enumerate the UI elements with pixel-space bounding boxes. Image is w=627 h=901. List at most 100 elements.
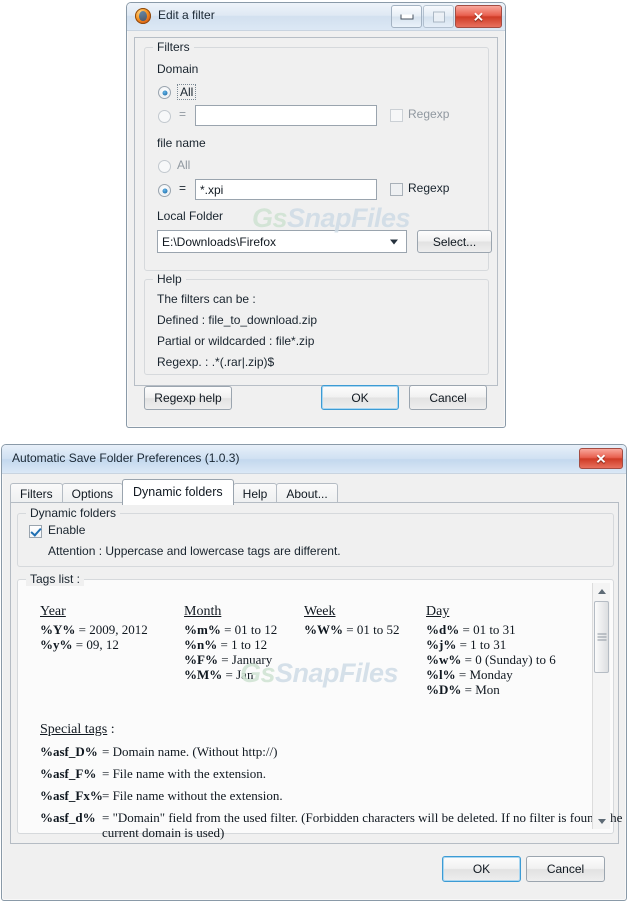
- edit-filter-ok-button[interactable]: OK: [321, 385, 399, 410]
- domain-regexp-checkbox[interactable]: [390, 109, 403, 122]
- tag-desc: = 01 to 31: [462, 622, 516, 637]
- local-folder-combo[interactable]: E:\Downloads\Firefox: [157, 230, 407, 253]
- tag-key: %F%: [184, 652, 218, 667]
- attention-text: Attention : Uppercase and lowercase tags…: [48, 544, 341, 558]
- edit-filter-titlebar[interactable]: Edit a filter ✕: [127, 3, 505, 31]
- scrollbar-thumb[interactable]: [594, 601, 609, 673]
- tag-key: %M%: [184, 667, 223, 682]
- scroll-up-button[interactable]: [593, 583, 610, 599]
- special-tags-heading: Special tags :: [40, 722, 115, 738]
- tab-dynamic-folders[interactable]: Dynamic folders: [122, 479, 234, 505]
- maximize-button[interactable]: [423, 5, 454, 28]
- tag-desc: = 0 (Sunday) to 6: [464, 652, 556, 667]
- preferences-cancel-button[interactable]: Cancel: [526, 856, 605, 882]
- tag-key: %n%: [184, 637, 218, 652]
- enable-label: Enable: [48, 523, 86, 537]
- file-name-all-radio[interactable]: [158, 160, 171, 173]
- preferences-close-button[interactable]: ✕: [579, 448, 623, 469]
- preferences-titlebar[interactable]: Automatic Save Folder Preferences (1.0.3…: [2, 445, 626, 474]
- enable-checkbox[interactable]: [29, 525, 42, 538]
- tag-desc: = 01 to 52: [346, 622, 400, 637]
- special-tag-continuation: current domain is used): [102, 825, 225, 840]
- close-icon: ✕: [595, 451, 607, 466]
- tag-row: %m% = 01 to 12: [184, 622, 277, 637]
- tag-row: %M% = Jan: [184, 667, 277, 682]
- tab-options-label: Options: [71, 487, 114, 501]
- minimize-icon: [400, 14, 413, 19]
- tags-list-scrollbar[interactable]: [592, 583, 610, 829]
- tab-about-label: About...: [286, 487, 328, 501]
- tag-column-week-heading: Week: [304, 604, 336, 619]
- local-folder-label: Local Folder: [157, 209, 224, 223]
- tag-column-year: Year %Y% = 2009, 2012 %y% = 09, 12: [40, 604, 148, 652]
- preferences-title: Automatic Save Folder Preferences (1.0.3…: [12, 451, 240, 465]
- maximize-icon: [432, 11, 445, 22]
- special-tag-desc: = Domain name. (Without http://): [102, 744, 278, 759]
- edit-filter-cancel-button[interactable]: Cancel: [409, 385, 487, 410]
- tag-key: %y%: [40, 637, 73, 652]
- tag-row: %j% = 1 to 31: [426, 637, 556, 652]
- file-name-all-label: All: [177, 158, 191, 172]
- special-tag-row: %asf_D% = Domain name. (Without http://): [40, 744, 277, 759]
- tag-desc: = Monday: [458, 667, 513, 682]
- tag-column-day-heading: Day: [426, 604, 450, 619]
- tag-row: %l% = Monday: [426, 667, 556, 682]
- tag-row: %D% = Mon: [426, 682, 556, 697]
- scroll-down-button[interactable]: [593, 813, 610, 829]
- dynamic-folders-group: Dynamic folders Enable Attention : Upper…: [17, 506, 614, 567]
- close-icon: ✕: [473, 9, 484, 24]
- tag-desc: = Jan: [225, 667, 254, 682]
- tag-key: %w%: [426, 652, 462, 667]
- scrollbar-grip-icon: [597, 633, 606, 641]
- domain-value-input[interactable]: [195, 105, 377, 126]
- tag-key: %j%: [426, 637, 457, 652]
- special-tag-key: %asf_D%: [40, 744, 98, 759]
- domain-regexp-label: Regexp: [408, 107, 450, 121]
- edit-filter-window-buttons: ✕: [390, 5, 502, 28]
- tag-column-week: Week %W% = 01 to 52: [304, 604, 399, 637]
- help-group-label: Help: [153, 272, 186, 286]
- tag-column-month-heading: Month: [184, 604, 222, 619]
- help-line-3: Regexp. : .*(.rar|.zip)$: [157, 355, 275, 369]
- preferences-ok-button[interactable]: OK: [442, 856, 521, 882]
- preferences-window-buttons: ✕: [578, 448, 623, 469]
- tag-column-day: Day %d% = 01 to 31 %j% = 1 to 31 %w% = 0…: [426, 604, 556, 697]
- tag-desc: = 1 to 12: [220, 637, 268, 652]
- domain-equals-radio[interactable]: [158, 110, 171, 123]
- minimize-button[interactable]: [391, 5, 422, 28]
- file-name-equals-radio[interactable]: [158, 184, 171, 197]
- special-tag-key: %asf_d%: [40, 810, 96, 825]
- special-tag-row: %asf_d% = "Domain" field from the used fi…: [40, 810, 622, 825]
- local-folder-value: E:\Downloads\Firefox: [162, 234, 277, 249]
- help-line-2: Partial or wildcarded : file*.zip: [157, 334, 315, 348]
- tag-desc: = 1 to 31: [459, 637, 507, 652]
- preferences-window: Automatic Save Folder Preferences (1.0.3…: [1, 444, 627, 901]
- tag-row: %W% = 01 to 52: [304, 622, 399, 637]
- special-tag-row: %asf_F% = File name with the extension.: [40, 766, 266, 781]
- edit-filter-window: Edit a filter ✕ Filters Domain All = Reg…: [126, 2, 506, 428]
- tag-key: %m%: [184, 622, 221, 637]
- tag-desc: = Mon: [464, 682, 500, 697]
- tag-column-year-heading: Year: [40, 604, 66, 619]
- tag-row: %Y% = 2009, 2012: [40, 622, 148, 637]
- regexp-help-button[interactable]: Regexp help: [144, 386, 232, 410]
- screenshot-root: Edit a filter ✕ Filters Domain All = Reg…: [0, 0, 627, 901]
- special-tag-desc: = "Domain" field from the used filter. (…: [102, 810, 623, 825]
- special-tag-desc: = File name with the extension.: [102, 766, 267, 781]
- tags-list-group: Tags list : Year %Y% = 2009, 2012 %y% = …: [17, 572, 622, 840]
- tab-help-label: Help: [242, 487, 268, 501]
- special-tag-key: %asf_Fx%: [40, 788, 103, 803]
- select-folder-button[interactable]: Select...: [417, 230, 492, 253]
- tag-row: %F% = January: [184, 652, 277, 667]
- filters-group: Filters Domain All = Regexp file name Al…: [144, 40, 492, 271]
- file-name-value-input[interactable]: *.xpi: [195, 179, 377, 200]
- file-name-regexp-checkbox[interactable]: [390, 183, 403, 196]
- special-tag-key: %asf_F%: [40, 766, 97, 781]
- firefox-icon: [135, 8, 151, 24]
- special-tag-desc: = File name without the extension.: [102, 788, 283, 803]
- file-name-equals-label: =: [179, 181, 187, 195]
- help-group: Help The filters can be : Defined : file…: [144, 272, 489, 375]
- close-button[interactable]: ✕: [455, 5, 502, 28]
- domain-all-label: All: [177, 84, 197, 100]
- domain-all-radio[interactable]: [158, 86, 171, 99]
